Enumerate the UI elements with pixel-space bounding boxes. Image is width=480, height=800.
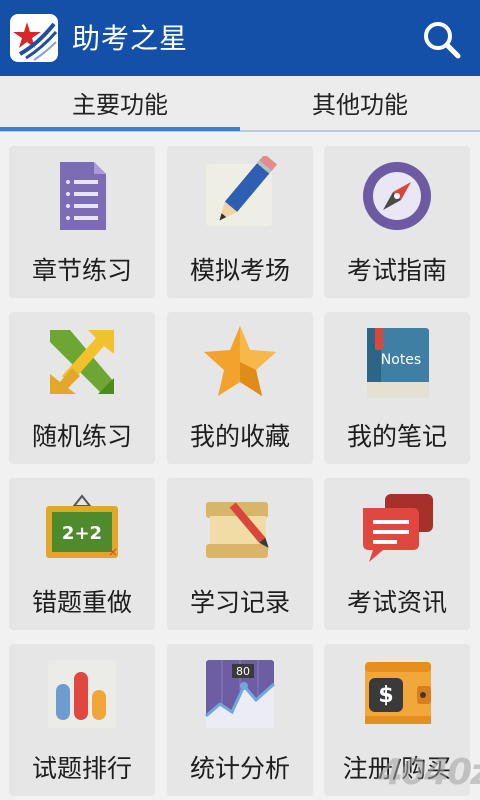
app-header: 助考之星 (0, 0, 480, 76)
menu-item-label: 随机练习 (31, 422, 132, 451)
menu-item-label: 章节练习 (31, 256, 132, 285)
line-chart-icon: 80 (200, 654, 280, 734)
app-title: 助考之星 (72, 22, 189, 55)
wallet-icon: $ (357, 654, 437, 734)
tab-other-functions[interactable]: 其他功能 (240, 76, 480, 132)
scroll-pen-icon (200, 488, 280, 568)
svg-text:×: × (108, 545, 118, 559)
chart-value-text: 80 (236, 665, 250, 678)
search-icon (424, 22, 461, 59)
notes-text: Notes (381, 352, 421, 368)
dollar-text: $ (378, 683, 393, 708)
menu-item-mock-exam[interactable]: 模拟考场 (167, 146, 313, 298)
site-watermark: 4040z (378, 752, 480, 793)
menu-item-label: 考试资讯 (346, 588, 447, 617)
tab-main-functions[interactable]: 主要功能 (0, 76, 240, 132)
menu-item-redo-mistakes[interactable]: 2+2 × 错题重做 (9, 478, 155, 630)
compass-icon (357, 156, 437, 236)
pencil-icon (200, 154, 280, 236)
menu-item-chapter-practice[interactable]: 章节练习 (9, 146, 155, 298)
menu-item-label: 我的笔记 (346, 422, 447, 451)
menu-item-study-records[interactable]: 学习记录 (167, 478, 313, 630)
menu-item-question-ranking[interactable]: 试题排行 (9, 644, 155, 796)
menu-item-my-notes[interactable]: Notes 我的笔记 (324, 312, 470, 464)
menu-item-exam-news[interactable]: 考试资讯 (324, 478, 470, 630)
menu-item-label: 我的收藏 (189, 422, 290, 451)
active-tab-indicator (0, 127, 240, 131)
menu-item-label: 试题排行 (31, 754, 132, 783)
menu-item-my-favorites[interactable]: 我的收藏 (167, 312, 313, 464)
chalkboard-icon: 2+2 × (42, 488, 122, 568)
menu-item-label: 考试指南 (346, 256, 447, 285)
search-button[interactable] (420, 18, 464, 62)
chat-bubbles-icon (357, 488, 437, 568)
menu-item-exam-guide[interactable]: 考试指南 (324, 146, 470, 298)
star-icon (200, 322, 280, 402)
tab-bar: 主要功能 其他功能 (0, 76, 480, 132)
bar-chart-icon (42, 654, 122, 734)
menu-item-label: 模拟考场 (189, 256, 290, 285)
shuffle-icon (42, 322, 122, 402)
star-logo-icon (10, 14, 58, 62)
function-grid: 章节练习 模拟考场 考试指南 随机练习 我的收藏 Notes 我的笔记 2+2 … (0, 132, 480, 800)
document-list-icon (42, 156, 122, 236)
menu-item-label: 错题重做 (31, 588, 132, 617)
menu-item-random-practice[interactable]: 随机练习 (9, 312, 155, 464)
menu-item-statistics[interactable]: 80 统计分析 (167, 644, 313, 796)
chalkboard-text: 2+2 (62, 523, 102, 544)
menu-item-label: 统计分析 (189, 754, 290, 783)
menu-item-label: 学习记录 (189, 588, 290, 617)
notes-book-icon: Notes (357, 322, 437, 402)
